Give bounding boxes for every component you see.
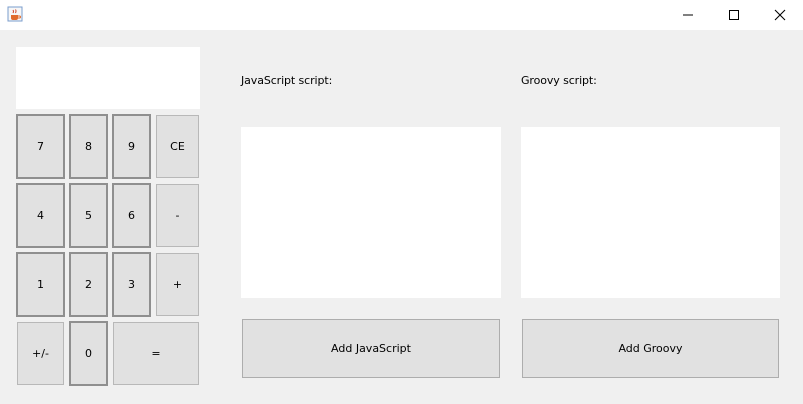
groovy-script-textarea[interactable] xyxy=(521,127,780,298)
key-2-button[interactable]: 2 xyxy=(69,252,108,317)
close-button[interactable] xyxy=(757,0,803,30)
add-javascript-button[interactable]: Add JavaScript xyxy=(242,319,500,378)
groovy-script-label: Groovy script: xyxy=(521,74,597,87)
key-5-button[interactable]: 5 xyxy=(69,183,108,248)
key-7-button[interactable]: 7 xyxy=(16,114,65,179)
plus-button[interactable]: + xyxy=(156,253,199,316)
equals-button[interactable]: = xyxy=(113,322,199,385)
calculator-display[interactable] xyxy=(16,47,200,109)
minimize-icon xyxy=(683,14,693,16)
maximize-icon xyxy=(729,10,739,20)
javascript-script-textarea[interactable] xyxy=(241,127,501,298)
close-icon xyxy=(774,9,786,21)
key-4-button[interactable]: 4 xyxy=(16,183,65,248)
negate-button[interactable]: +/- xyxy=(17,322,64,385)
minus-button[interactable]: - xyxy=(156,184,199,247)
key-3-button[interactable]: 3 xyxy=(112,252,151,317)
key-9-button[interactable]: 9 xyxy=(112,114,151,179)
key-6-button[interactable]: 6 xyxy=(112,183,151,248)
java-cup-icon xyxy=(7,6,23,22)
key-1-button[interactable]: 1 xyxy=(16,252,65,317)
javascript-script-label: JavaScript script: xyxy=(241,74,333,87)
key-8-button[interactable]: 8 xyxy=(69,114,108,179)
title-bar xyxy=(0,0,803,30)
add-groovy-button[interactable]: Add Groovy xyxy=(522,319,779,378)
minimize-button[interactable] xyxy=(665,0,711,30)
maximize-button[interactable] xyxy=(711,0,757,30)
clear-entry-button[interactable]: CE xyxy=(156,115,199,178)
key-0-button[interactable]: 0 xyxy=(69,321,108,386)
